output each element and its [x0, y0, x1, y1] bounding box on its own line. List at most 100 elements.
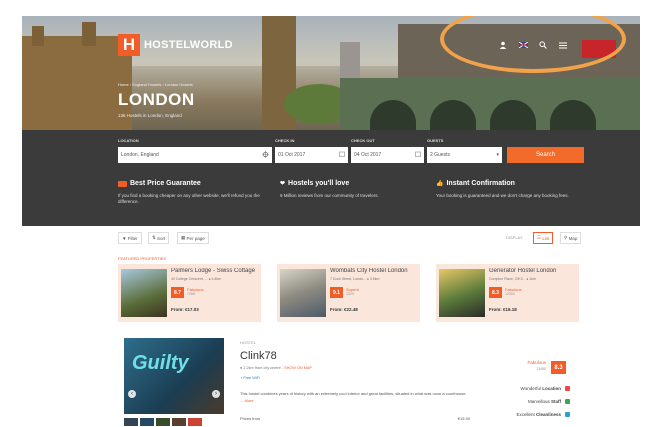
hostel-address: 7 Dock Street, Londo... ● 3.5km	[330, 277, 380, 281]
thumbnail[interactable]	[124, 418, 138, 426]
rating-label: Fabulous 12994	[505, 287, 522, 296]
map-label: Map	[568, 235, 578, 241]
checkout-label: CHECK OUT	[351, 138, 375, 143]
checkin-value: 01 Oct 2017	[278, 152, 306, 158]
rating-badge: 9.1	[330, 287, 343, 298]
neon-sign-text: Guilty	[132, 352, 189, 374]
rating-label: Superb 4329	[346, 287, 359, 296]
chevron-left-icon[interactable]: ‹	[128, 390, 136, 398]
filter-label: Filter	[127, 235, 138, 241]
location-value: London, England	[121, 152, 159, 158]
tower	[32, 26, 44, 46]
heart-icon: ❤	[280, 181, 286, 187]
hostel-address: Compton Place, Off 3... ● 1km	[489, 277, 536, 281]
per-page-button[interactable]: ▦ Per page	[177, 232, 209, 244]
checkout-value: 04 Oct 2017	[354, 152, 382, 158]
sort-button[interactable]: ⇅ Sort	[148, 232, 170, 244]
featured-card[interactable]: Wombats City Hostel London 7 Dock Street…	[277, 264, 420, 322]
photo-thumbnails	[124, 418, 202, 426]
featured-card[interactable]: Generator Hostel London Compton Place, O…	[436, 264, 579, 322]
brush-icon	[565, 412, 570, 417]
map-view-button[interactable]: ⚲ Map	[560, 232, 582, 244]
hostel-name[interactable]: Clink78	[240, 350, 277, 362]
search-panel	[22, 130, 640, 226]
page-title: LONDON	[118, 90, 195, 109]
feature-hostels-love: ❤ Hostels you'll love 9 Million reviews f…	[280, 180, 430, 199]
feature-desc: If you find a booking cheaper on any oth…	[118, 193, 260, 204]
checkout-field[interactable]: 04 Oct 2017	[351, 147, 424, 163]
rating-label: Fabulous 7088	[187, 287, 204, 296]
hostel-listing[interactable]: Guilty ‹ › HOSTEL Clink78 ● 2.2km from c…	[110, 338, 582, 427]
locate-icon[interactable]	[262, 150, 269, 160]
price: From: €17.03	[171, 307, 199, 312]
attribute-cleanliness: Excellent Cleanliness	[470, 412, 570, 417]
price: From: €16.18	[489, 307, 517, 312]
thumbnail[interactable]	[156, 418, 170, 426]
rating-badge: 8.3	[489, 287, 502, 298]
chevron-down-icon: ▾	[496, 152, 499, 158]
feature-desc: 9 Million reviews from our community of …	[280, 193, 379, 198]
list-icon: ☰	[537, 235, 542, 240]
sort-icon: ⇅	[152, 235, 156, 240]
hostel-name[interactable]: Wombats City Hostel London	[330, 268, 418, 274]
sort-label: Sort	[157, 235, 166, 241]
pin-icon	[565, 386, 570, 391]
thumbnail[interactable]	[140, 418, 154, 426]
featured-label: FEATURED PROPERTIES	[118, 256, 167, 261]
thumbs-up-icon: 👍	[436, 181, 444, 187]
hostel-description: This hostel combines years of history wi…	[240, 391, 467, 403]
hero-banner: H HOSTELWORLD Home › England Hostels › L…	[22, 16, 640, 130]
listing-price: €15.30	[457, 416, 470, 421]
hostel-photo	[121, 269, 167, 317]
logo-mark: H	[118, 34, 140, 56]
checkin-label: CHECK IN	[275, 138, 295, 143]
attribute-staff: Marvellous Staff	[470, 399, 570, 404]
featured-card[interactable]: Palmers Lodge - Swiss Cottage 40 College…	[118, 264, 261, 322]
feature-best-price: Best Price Guarantee If you find a booki…	[118, 180, 268, 205]
location-field[interactable]: London, England	[118, 147, 272, 163]
calendar-icon	[339, 151, 345, 159]
checkin-field[interactable]: 01 Oct 2017	[275, 147, 348, 163]
feature-instant-confirmation: 👍 Instant Confirmation Your booking is gu…	[436, 180, 586, 199]
list-label: List	[542, 235, 550, 241]
prices-row: Prices from €15.30	[240, 416, 470, 421]
hostel-photo	[439, 269, 485, 317]
hostelworld-logo[interactable]: H HOSTELWORLD	[118, 34, 233, 56]
rating-label: Fabulous 13465	[527, 360, 546, 371]
hostel-name[interactable]: Palmers Lodge - Swiss Cottage	[171, 268, 259, 274]
location-label: LOCATION	[118, 138, 139, 143]
hostel-address: 40 College Crescent, ... ● 4.4km	[171, 277, 222, 281]
thumbnail[interactable]	[188, 418, 202, 426]
thumbnail[interactable]	[172, 418, 186, 426]
property-type: HOSTEL	[240, 340, 257, 345]
tag-icon	[118, 180, 127, 187]
list-view-button[interactable]: ☰ List	[533, 232, 554, 244]
rating-badge: 8.7	[171, 287, 184, 298]
feature-title: Instant Confirmation	[446, 180, 515, 187]
logo-text: HOSTELWORLD	[144, 39, 233, 51]
per-page-label: Per page	[186, 235, 205, 241]
tower	[82, 22, 96, 46]
parliament-building	[22, 36, 132, 130]
wifi-badge: ◔ Free WiFi	[240, 376, 260, 380]
page-subtitle: 136 Hostels in London, England	[118, 113, 182, 118]
feature-desc: Your booking is guaranteed and we don't …	[436, 193, 569, 198]
filter-button[interactable]: ▼ Filter	[118, 232, 142, 244]
breadcrumb[interactable]: Home › England Hostels › London Hostels	[118, 82, 193, 87]
more-link[interactable]: More	[244, 398, 253, 403]
hostel-photo[interactable]: Guilty ‹ ›	[124, 338, 224, 414]
map-pin-icon: ⚲	[564, 235, 568, 240]
search-button[interactable]: Search	[507, 147, 584, 163]
hostel-name[interactable]: Generator Hostel London	[489, 268, 577, 274]
guests-select[interactable]: 2 Guests ▾	[427, 147, 502, 163]
grid-icon: ▦	[181, 235, 186, 240]
feature-title: Hostels you'll love	[288, 180, 350, 187]
show-on-map-link[interactable]: SHOW ON MAP	[284, 366, 312, 370]
attribute-location: Wonderful Location	[470, 386, 570, 391]
display-label: DISPLAY	[506, 235, 523, 240]
guests-label: GUESTS	[427, 138, 444, 143]
guests-value: 2 Guests	[430, 152, 451, 158]
chevron-right-icon[interactable]: ›	[212, 390, 220, 398]
rating-badge: 8.3	[551, 361, 566, 374]
hostel-photo	[280, 269, 326, 317]
